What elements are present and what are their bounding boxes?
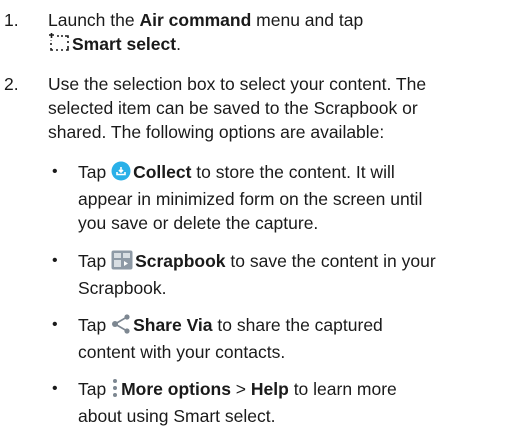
bullet-line: Tap Scrapbook to save the content in you… bbox=[78, 249, 508, 276]
text-run: to share the captured bbox=[212, 315, 383, 335]
scrapbook-icon bbox=[111, 250, 133, 276]
text-run: to store the content. It will bbox=[191, 162, 395, 182]
collect-icon bbox=[111, 161, 131, 187]
text-run: > bbox=[230, 379, 251, 399]
bullet-dot: • bbox=[52, 380, 58, 397]
text-run: . bbox=[176, 34, 181, 54]
step-line: Use the selection box to select your con… bbox=[48, 74, 427, 94]
step-line: Launch the Air command menu and tap bbox=[48, 8, 508, 32]
share-icon bbox=[111, 314, 131, 340]
bullet-line: about using Smart select. bbox=[78, 406, 276, 426]
step-text: Launch the Air command menu and tap Smar… bbox=[48, 8, 508, 59]
bullet-line: Scrapbook. bbox=[78, 278, 167, 298]
bullet-dot: • bbox=[52, 252, 58, 269]
text-run: Tap bbox=[78, 251, 112, 271]
bold-term: Collect bbox=[133, 162, 192, 182]
bold-term: Scrapbook bbox=[135, 251, 226, 271]
bold-term: Air command bbox=[139, 10, 252, 30]
text-run: Tap bbox=[78, 379, 112, 399]
text-run: Tap bbox=[78, 162, 112, 182]
step-line: shared. The following options are availa… bbox=[48, 122, 385, 142]
text-run: menu and tap bbox=[251, 10, 364, 30]
bold-term: Share Via bbox=[133, 315, 213, 335]
bold-term: Smart select bbox=[72, 34, 177, 54]
bullet-text: Tap Share Via to share the captured cont… bbox=[78, 313, 508, 364]
bullet-dot: • bbox=[52, 163, 58, 180]
text-run: Launch the bbox=[48, 10, 140, 30]
bullet-text: Tap More options > Help to learn more ab… bbox=[78, 377, 508, 428]
bold-term: Help bbox=[250, 379, 289, 399]
bold-term: More options bbox=[121, 379, 231, 399]
step-number: 1. bbox=[4, 10, 19, 30]
bullet-line: you save or delete the capture. bbox=[78, 213, 319, 233]
bullet-line: content with your contacts. bbox=[78, 342, 286, 362]
bullet-line: Tap More options > Help to learn more bbox=[78, 377, 508, 404]
bullet-line: Tap Share Via to share the captured bbox=[78, 313, 508, 340]
step-text: Use the selection box to select your con… bbox=[48, 72, 508, 144]
bullet-dot: • bbox=[52, 316, 58, 333]
bullet-line: appear in minimized form on the screen u… bbox=[78, 189, 423, 209]
more-options-icon bbox=[111, 378, 119, 404]
bullet-text: Tap Scrapbook to save the content in you… bbox=[78, 249, 508, 300]
bullet-line: Tap Collect to store the content. It wil… bbox=[78, 160, 508, 187]
step-line: selected item can be saved to the Scrapb… bbox=[48, 98, 418, 118]
text-run: to learn more bbox=[288, 379, 397, 399]
bullet-text: Tap Collect to store the content. It wil… bbox=[78, 160, 508, 235]
step-line: Smart select. bbox=[48, 32, 508, 59]
smart-select-icon bbox=[48, 33, 70, 59]
text-run: to save the content in your bbox=[225, 251, 436, 271]
text-run: Tap bbox=[78, 315, 112, 335]
step-number: 2. bbox=[4, 74, 19, 94]
